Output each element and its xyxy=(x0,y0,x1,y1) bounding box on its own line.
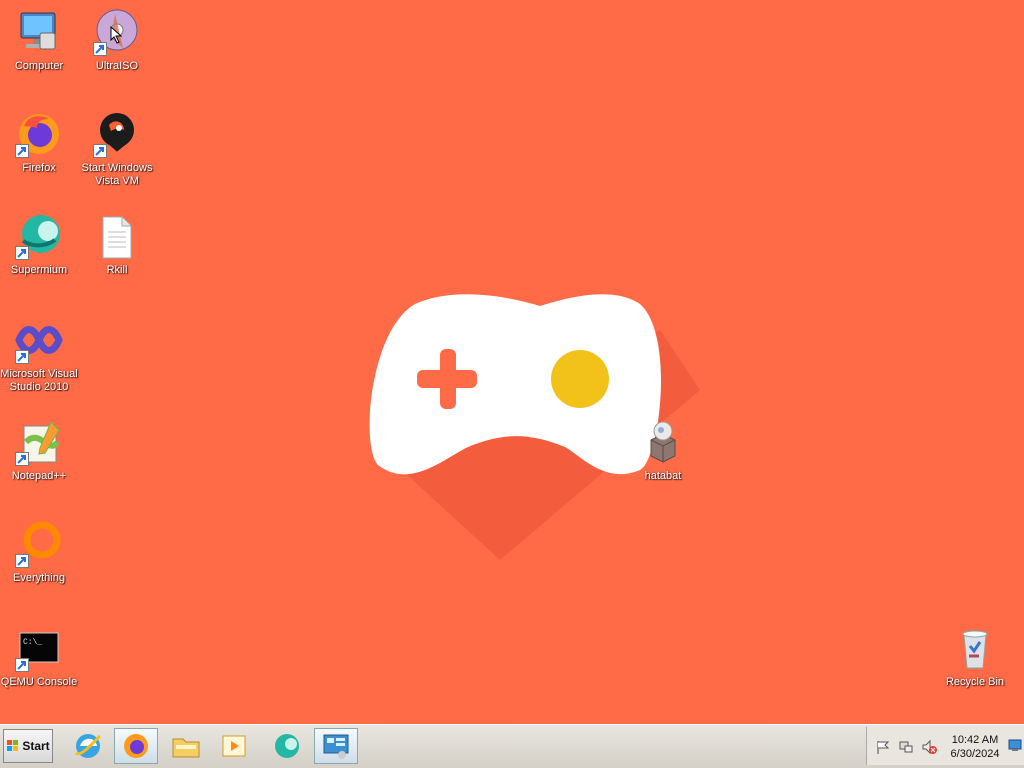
taskbar-file-explorer[interactable] xyxy=(164,728,208,764)
game-controller-wallpaper xyxy=(369,294,700,560)
firefox-icon xyxy=(15,110,63,158)
action-center-flag-icon[interactable] xyxy=(875,739,891,755)
ultraiso-icon xyxy=(93,8,141,56)
supermium-icon xyxy=(15,212,63,260)
shortcut-arrow-icon xyxy=(15,452,29,466)
taskbar-supermium[interactable] xyxy=(264,728,308,764)
ultraiso-desktop-icon[interactable]: UltraISO xyxy=(78,8,156,73)
recycle-bin-icon xyxy=(951,624,999,672)
notepad-plus-plus-desktop-icon[interactable]: Notepad++ xyxy=(0,418,78,483)
file-icon xyxy=(93,212,141,260)
shortcut-arrow-icon xyxy=(15,350,29,364)
system-clock[interactable]: 10:42 AM 6/30/2024 xyxy=(943,733,1007,761)
firefox-desktop-icon[interactable]: Firefox xyxy=(0,110,78,175)
shortcut-arrow-icon xyxy=(93,42,107,56)
everything-desktop-icon[interactable]: Everything xyxy=(0,520,78,585)
windows-logo-icon xyxy=(7,740,19,751)
taskbar-media-player[interactable] xyxy=(212,728,256,764)
supermium-desktop-icon[interactable]: Supermium xyxy=(0,212,78,277)
volume-muted-icon[interactable] xyxy=(921,739,937,755)
network-icon[interactable] xyxy=(898,739,914,755)
internet-explorer-icon xyxy=(74,734,101,758)
svg-text:C:\_: C:\_ xyxy=(23,638,42,647)
notepad-plus-plus-icon xyxy=(15,418,63,466)
package-icon xyxy=(639,418,687,466)
show-desktop-icon xyxy=(1008,739,1022,751)
computer-label: Computer xyxy=(14,60,64,72)
qemu-console-desktop-icon[interactable]: C:\_ QEMU Console xyxy=(0,624,78,689)
computer-icon xyxy=(15,8,63,56)
hatabat-desktop-icon[interactable]: hatabat xyxy=(624,418,702,483)
taskbar-internet-explorer[interactable] xyxy=(66,728,110,764)
supermium-icon xyxy=(275,734,299,758)
console-icon: C:\_ xyxy=(15,624,63,672)
media-player-icon xyxy=(222,735,246,757)
recycle-bin-desktop-icon[interactable]: Recycle Bin xyxy=(936,624,1014,689)
shortcut-arrow-icon xyxy=(15,554,29,568)
firefox-label: Firefox xyxy=(22,162,56,174)
folder-icon xyxy=(172,738,200,758)
notepad-plus-plus-label: Notepad++ xyxy=(11,470,67,482)
visual-studio-icon xyxy=(15,316,63,364)
taskbar-control-panel[interactable] xyxy=(314,728,358,764)
everything-label: Everything xyxy=(13,572,65,584)
everything-icon xyxy=(15,520,63,568)
clock-date: 6/30/2024 xyxy=(950,748,1000,760)
computer-desktop-icon[interactable]: Computer xyxy=(0,8,78,73)
rkill-label: Rkill xyxy=(106,264,128,276)
rkill-desktop-icon[interactable]: Rkill xyxy=(78,212,156,277)
ultraiso-label: UltraISO xyxy=(95,60,139,72)
start-button[interactable]: Start xyxy=(3,729,53,763)
show-desktop-button[interactable] xyxy=(1008,738,1022,752)
desktop: Computer UltraISO Firefox Start Windows … xyxy=(0,0,1024,724)
supermium-label: Supermium xyxy=(10,264,68,276)
vista-vm-label: Start Windows Vista VM xyxy=(81,162,153,187)
shortcut-arrow-icon xyxy=(15,144,29,158)
system-tray: 10:42 AM 6/30/2024 xyxy=(866,727,1024,765)
taskbar: Start 10:42 AM 6/30/2024 xyxy=(0,724,1024,768)
qemu-console-label: QEMU Console xyxy=(0,676,78,688)
recycle-bin-label: Recycle Bin xyxy=(945,676,1005,688)
shortcut-arrow-icon xyxy=(15,246,29,260)
visual-studio-label: Microsoft Visual Studio 2010 xyxy=(0,368,78,393)
clock-time: 10:42 AM xyxy=(951,734,999,746)
qemu-icon xyxy=(93,110,141,158)
shortcut-arrow-icon xyxy=(15,658,29,672)
control-panel-icon xyxy=(323,734,349,759)
firefox-icon xyxy=(124,734,148,758)
shortcut-arrow-icon xyxy=(93,144,107,158)
start-label: Start xyxy=(22,739,50,753)
visual-studio-desktop-icon[interactable]: Microsoft Visual Studio 2010 xyxy=(0,316,78,394)
hatabat-label: hatabat xyxy=(644,470,682,482)
taskbar-firefox[interactable] xyxy=(114,728,158,764)
vista-vm-desktop-icon[interactable]: Start Windows Vista VM xyxy=(78,110,156,188)
mouse-cursor-icon xyxy=(110,26,123,44)
